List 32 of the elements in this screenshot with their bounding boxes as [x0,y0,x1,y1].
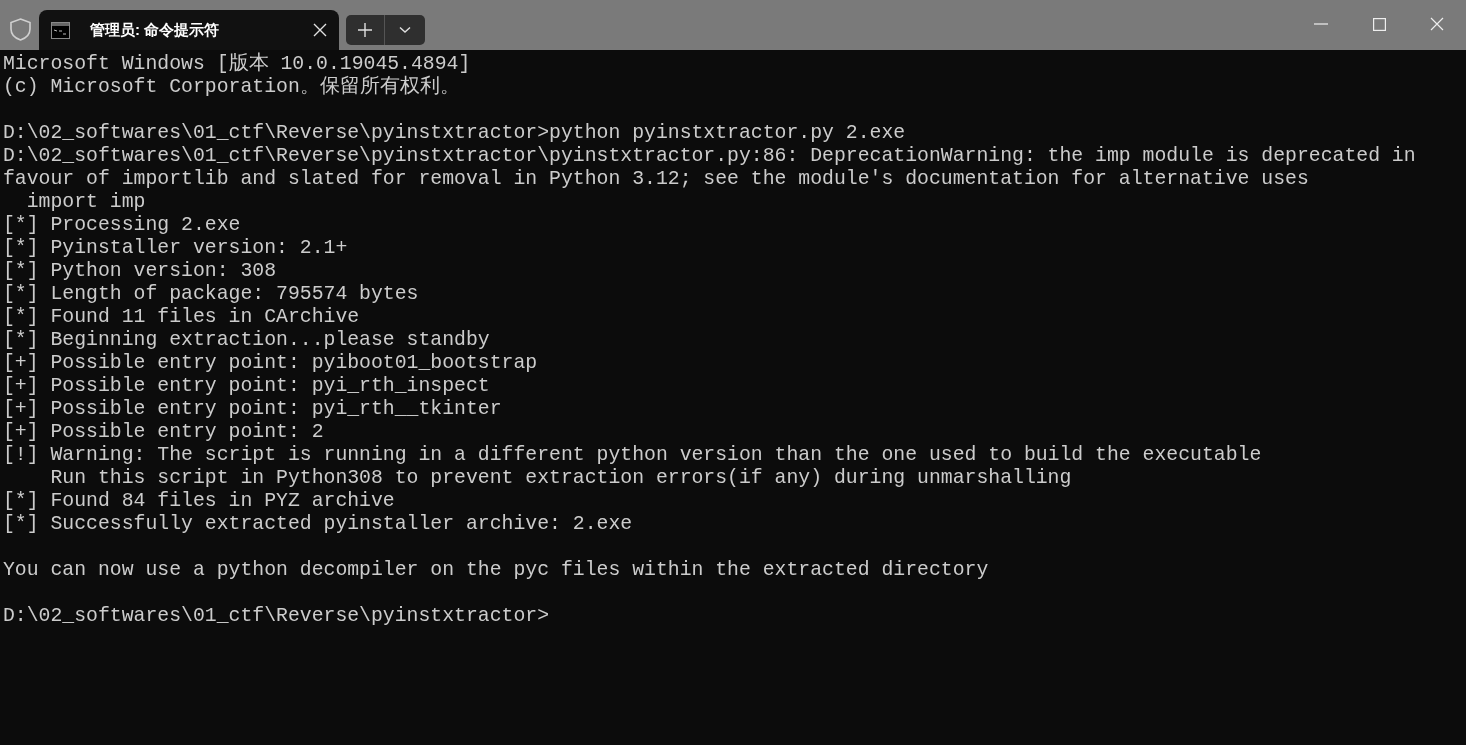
minimize-icon [1314,23,1328,25]
plus-icon [357,22,373,38]
terminal-line: favour of importlib and slated for removal in Python 3.12; see the module's documentation for alternative uses [3,168,1309,191]
terminal-icon [51,21,70,39]
terminal-line: [*] Found 11 files in CArchive [3,306,360,329]
terminal-line: [*] Processing 2.exe [3,214,241,237]
shield-icon [10,18,31,41]
terminal-line: D:\02_softwares\01_ctf\Reverse\pyinstxtractor>python pyinstxtractor.py 2.exe [3,122,906,145]
close-icon [1430,17,1444,31]
tab-title: 管理员: 命令提示符 [90,19,221,40]
terminal-line: Run this script in Python308 to prevent extraction errors(if any) during unmarshalling [49,467,1072,490]
terminal-line: Microsoft Windows [版本 10.0.19045.4894] [3,53,471,75]
terminal-line: import imp [25,191,146,214]
maximize-icon [1372,17,1386,31]
terminal-line: [+] Possible entry point: 2 [3,421,324,444]
close-icon[interactable] [313,23,327,37]
terminal-line: (c) Microsoft Corporation。保留所有权利。 [3,76,460,99]
terminal-line: [*] Python version: 308 [3,260,277,283]
terminal-line: D:\02_softwares\01_ctf\Reverse\pyinstxtractor> [3,605,550,628]
terminal-line: [*] Pyinstaller version: 2.1+ [3,237,348,260]
terminal-line: [*] Length of package: 795574 bytes [3,283,419,306]
terminal-line: [+] Possible entry point: pyi_rth__tkinter [3,398,502,421]
chevron-down-icon [398,26,411,34]
terminal-line: [*] Beginning extraction...please standby [3,329,490,352]
terminal-line: D:\02_softwares\01_ctf\Reverse\pyinstxtractor\pyinstxtractor.py:86: DeprecationWarning: the imp module is deprecated in [3,145,1416,168]
terminal-line: [+] Possible entry point: pyi_rth_inspect [3,375,490,398]
terminal-line: [*] Successfully extracted pyinstaller archive: 2.exe [3,513,633,536]
terminal-line: [+] Possible entry point: pyiboot01_bootstrap [3,352,538,375]
terminal-line: [*] Found 84 files in PYZ archive [3,490,395,513]
terminal-line: You can now use a python decompiler on the pyc files within the extracted directory [3,559,989,582]
terminal-line: [!] Warning: The script is running in a different python version than the one used to build the executable [3,444,1262,467]
terminal-tab[interactable]: 管理员: 命令提示符 [39,10,339,50]
